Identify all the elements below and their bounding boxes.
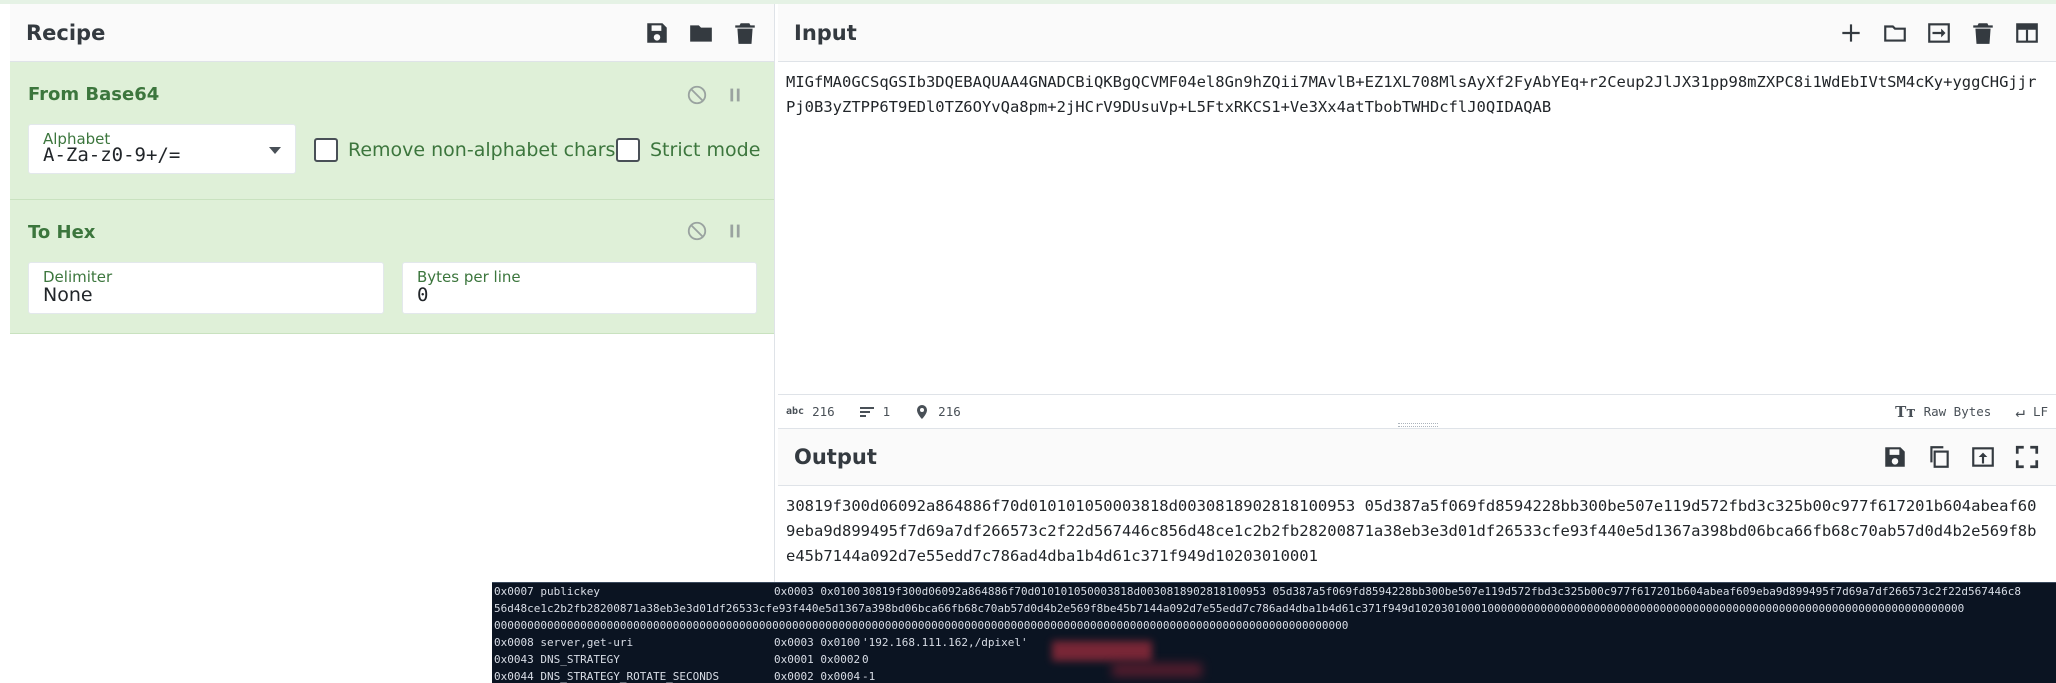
text-format-icon: Tт xyxy=(1895,402,1916,421)
redaction-blur xyxy=(1052,641,1152,661)
pause-icon[interactable] xyxy=(724,84,746,106)
strict-mode-label: Strict mode xyxy=(650,139,761,161)
remove-non-alphabet-checkbox[interactable]: Remove non-alphabet chars xyxy=(314,138,615,162)
length-stat: abc 216 xyxy=(786,404,835,419)
return-arrow-icon: ↵ xyxy=(2015,402,2025,421)
checkbox-box[interactable] xyxy=(616,138,640,162)
terminal-line: 0x0008 server,get-uri 0x0003 0x0100'192.1… xyxy=(494,636,1028,649)
fullscreen-icon[interactable] xyxy=(2014,444,2040,470)
operation-to-hex[interactable]: To Hex Delimiter None Bytes per line 0 xyxy=(10,200,774,334)
alphabet-select[interactable]: Alphabet A-Za-z0-9+/= xyxy=(28,124,296,174)
bytes-per-line-value: 0 xyxy=(417,284,429,306)
input-title: Input xyxy=(794,20,857,45)
input-panel: Input MIGfMA0GCSqGSIb3DQEBAQUAA4GNADCBiQ… xyxy=(778,4,2056,428)
folder-icon[interactable] xyxy=(688,20,714,46)
terminal-line: 56d48ce1c2b2fb28200871a38eb3e3d01df26533… xyxy=(494,602,1965,615)
bytes-per-line-field[interactable]: Bytes per line 0 xyxy=(402,262,757,314)
checkbox-box[interactable] xyxy=(314,138,338,162)
output-title: Output xyxy=(794,445,877,469)
bytes-per-line-label: Bytes per line xyxy=(417,268,521,286)
position-value: 216 xyxy=(938,404,961,419)
plus-icon[interactable] xyxy=(1838,20,1864,46)
trash-icon[interactable] xyxy=(1970,20,1996,46)
input-status-bar: abc 216 1 216 Tт Raw Bytes ↵ LF xyxy=(778,394,2056,428)
lines-value: 1 xyxy=(882,404,891,419)
position-stat: 216 xyxy=(914,404,961,420)
location-pin-icon xyxy=(914,404,930,420)
terminal-line: 0000000000000000000000000000000000000000… xyxy=(494,619,1349,632)
encoding-selector[interactable]: Tт Raw Bytes xyxy=(1895,403,1991,421)
import-icon[interactable] xyxy=(1926,20,1952,46)
operation-title: To Hex xyxy=(28,222,96,243)
delimiter-field[interactable]: Delimiter None xyxy=(28,262,384,314)
operation-from-base64[interactable]: From Base64 Alphabet A-Za-z0-9+/= Remove… xyxy=(10,62,774,200)
output-text[interactable]: 30819f300d06092a864886f70d01010105000381… xyxy=(778,486,2048,577)
abc-icon: abc xyxy=(786,406,805,417)
output-header: Output xyxy=(778,428,2056,486)
eol-value: LF xyxy=(2032,404,2048,419)
recipe-title: Recipe xyxy=(26,20,106,45)
terminal-line: 0x0007 publickey 0x0003 0x0100 30819f300d0… xyxy=(494,585,2021,598)
redaction-blur xyxy=(1112,663,1202,677)
operation-title: From Base64 xyxy=(28,84,160,105)
terminal-line: 0x0043 DNS_STRATEGY 0x0001 0x0002 0 xyxy=(494,653,869,666)
alphabet-value: A-Za-z0-9+/= xyxy=(43,144,181,166)
remove-non-alphabet-label: Remove non-alphabet chars xyxy=(348,139,616,161)
terminal-line: 0x0044 DNS_STRATEGY_ROTATE_SECONDS 0x0002… xyxy=(494,670,876,683)
lines-stat: 1 xyxy=(859,404,891,420)
strict-mode-checkbox[interactable]: Strict mode xyxy=(616,138,760,162)
terminal-overlay: 0x0007 publickey 0x0003 0x0100 30819f300d0… xyxy=(492,582,2056,683)
save-icon[interactable] xyxy=(1882,444,1908,470)
input-header: Input xyxy=(778,4,2056,62)
input-textarea[interactable]: MIGfMA0GCSqGSIb3DQEBAQUAA4GNADCBiQKBgQCV… xyxy=(778,62,2048,128)
encoding-value: Raw Bytes xyxy=(1923,404,1992,419)
pause-icon[interactable] xyxy=(724,220,746,242)
recipe-header: Recipe xyxy=(10,4,774,62)
eol-selector[interactable]: ↵ LF xyxy=(2015,402,2048,421)
trash-icon[interactable] xyxy=(732,20,758,46)
disable-icon[interactable] xyxy=(686,84,708,106)
delimiter-value: None xyxy=(43,284,93,306)
folder-icon[interactable] xyxy=(1882,20,1908,46)
lines-icon xyxy=(859,404,875,420)
export-icon[interactable] xyxy=(1970,444,1996,470)
chevron-down-icon xyxy=(269,147,281,154)
copy-icon[interactable] xyxy=(1926,444,1952,470)
save-icon[interactable] xyxy=(644,20,670,46)
disable-icon[interactable] xyxy=(686,220,708,242)
layout-icon[interactable] xyxy=(2014,20,2040,46)
length-value: 216 xyxy=(812,404,835,419)
